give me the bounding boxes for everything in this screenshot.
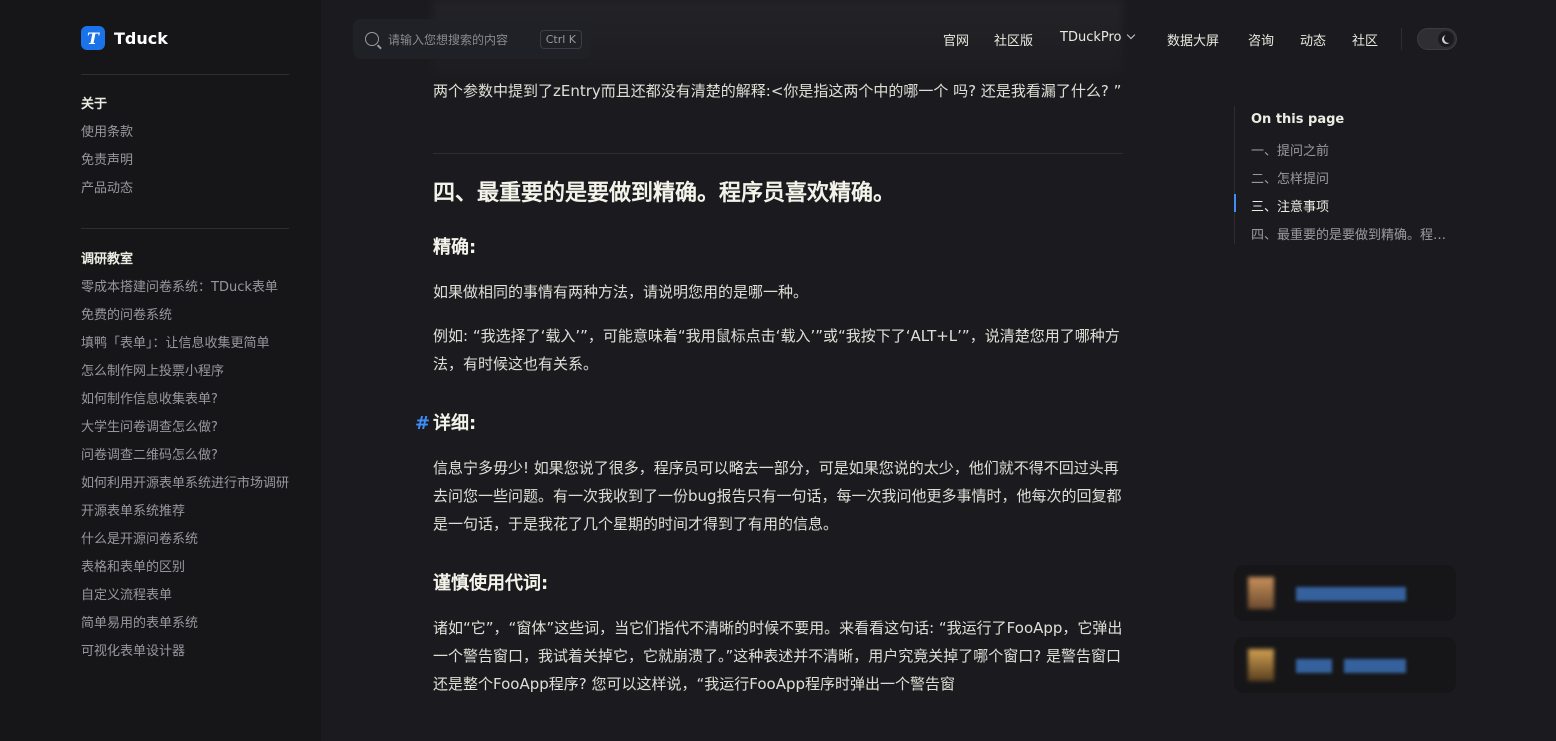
sidebar-item[interactable]: 免费的问卷系统 (81, 302, 289, 330)
outline-title: On this page (1251, 112, 1345, 127)
page-outline: On this page 一、提问之前 二、怎样提问 三、注意事项 四、最重要的… (1234, 106, 1457, 244)
contact-card[interactable] (1234, 637, 1456, 693)
nav-link-data-screen[interactable]: 数据大屏 (1167, 30, 1219, 49)
header-anchor-link[interactable]: # (415, 410, 430, 438)
nav-link-community-edition[interactable]: 社区版 (994, 30, 1033, 49)
paragraph: 例如: “我选择了‘载入’”，可能意味着“我用鼠标点击‘载入’”或“我按下了‘A… (433, 327, 1120, 373)
blurred-text (1296, 587, 1406, 601)
avatar (1248, 649, 1274, 681)
sidebar-item[interactable]: 什么是开源问卷系统 (81, 526, 289, 554)
brand-logo[interactable]: T Tduck (81, 26, 168, 50)
outline-item-active[interactable]: 三、注意事项 (1251, 196, 1457, 215)
subheading-pronoun: 谨慎使用代词: (433, 573, 549, 594)
avatar (1248, 577, 1274, 609)
sidebar-group-about: 使用条款 免责声明 产品动态 (81, 119, 289, 203)
content-divider (433, 153, 1123, 154)
paragraph: 如果做相同的事情有两种方法，请说明您用的是哪一种。 (433, 283, 809, 301)
search-icon (365, 32, 379, 46)
sidebar-item[interactable]: 使用条款 (81, 119, 289, 147)
nav-dropdown-tduckpro[interactable]: TDuckPro (1060, 30, 1135, 45)
search-shortcut: Ctrl K (539, 29, 582, 49)
doc-content: 两个参数中提到了zEntry而且还都没有清楚的解释:<你是指这两个中的哪一个 吗… (415, 77, 1123, 698)
outline-item[interactable]: 一、提问之前 (1251, 140, 1457, 159)
sidebar-item[interactable]: 开源表单系统推荐 (81, 498, 289, 526)
theme-toggle[interactable] (1417, 28, 1457, 50)
sidebar-divider (81, 228, 289, 229)
sidebar-item[interactable]: 简单易用的表单系统 (81, 610, 289, 638)
subheading-detail: # 详细: (415, 410, 1123, 438)
section-heading: 四、最重要的是要做到精确。程序员喜欢精确。 (433, 181, 896, 206)
contact-card[interactable] (1234, 565, 1456, 621)
outline-item[interactable]: 二、怎样提问 (1251, 168, 1457, 187)
nav-link-community[interactable]: 社区 (1352, 30, 1378, 49)
subheading-precise: 精确: (433, 237, 477, 258)
paragraph: 诸如“它”，“窗体”这些词，当它们指代不清晰的时候不要用。来看看这句话: “我运… (433, 619, 1123, 693)
search-placeholder: 请输入您想搜索的内容 (388, 32, 509, 47)
sidebar-item[interactable]: 自定义流程表单 (81, 582, 289, 610)
sidebar-item[interactable]: 填鸭「表单」：让信息收集更简单 (81, 330, 289, 358)
sidebar-group-title-about[interactable]: 关于 (81, 93, 107, 112)
nav-divider (1401, 28, 1402, 50)
nav-link-official[interactable]: 官网 (943, 30, 969, 49)
sidebar-item[interactable]: 产品动态 (81, 175, 289, 203)
nav-link-news[interactable]: 动态 (1300, 30, 1326, 49)
brand-name: Tduck (114, 28, 168, 48)
sidebar-item[interactable]: 可视化表单设计器 (81, 638, 289, 666)
sidebar-item[interactable]: 大学生问卷调查怎么做? (81, 414, 289, 442)
sidebar: T Tduck 关于 使用条款 免责声明 产品动态 调研教室 零成本搭建问卷系统… (0, 0, 321, 741)
sidebar-item[interactable]: 免责声明 (81, 147, 289, 175)
moon-icon (1444, 34, 1453, 43)
paragraph: 两个参数中提到了zEntry而且还都没有清楚的解释:<你是指这两个中的哪一个 吗… (433, 82, 1122, 100)
sidebar-group-title-survey[interactable]: 调研教室 (81, 248, 133, 267)
outline-active-marker (1234, 194, 1236, 212)
sidebar-item[interactable]: 如何利用开源表单系统进行市场调研 (81, 470, 289, 498)
sidebar-divider (81, 74, 289, 75)
blurred-text (1296, 659, 1332, 673)
subheading-text: 详细: (433, 413, 477, 434)
chevron-down-icon (1126, 30, 1135, 40)
theme-toggle-knob (1438, 31, 1454, 47)
logo-icon: T (81, 26, 105, 50)
sidebar-item[interactable]: 问卷调查二维码怎么做? (81, 442, 289, 470)
sidebar-item[interactable]: 零成本搭建问卷系统：TDuck表单 (81, 274, 289, 302)
sidebar-item[interactable]: 怎么制作网上投票小程序 (81, 358, 289, 386)
sidebar-group-survey: 零成本搭建问卷系统：TDuck表单 免费的问卷系统 填鸭「表单」：让信息收集更简… (81, 274, 289, 666)
sidebar-item[interactable]: 表格和表单的区别 (81, 554, 289, 582)
nav-link-consult[interactable]: 咨询 (1248, 30, 1274, 49)
search-button[interactable]: 请输入您想搜索的内容 Ctrl K (353, 19, 590, 59)
blurred-text (1344, 659, 1406, 673)
sidebar-item[interactable]: 如何制作信息收集表单? (81, 386, 289, 414)
nav-dropdown-label: TDuckPro (1060, 30, 1122, 45)
paragraph: 信息宁多毋少! 如果您说了很多，程序员可以略去一部分，可是如果您说的太少，他们就… (433, 459, 1122, 533)
outline-item[interactable]: 四、最重要的是要做到精确。程序员喜欢精确。 (1251, 224, 1457, 243)
